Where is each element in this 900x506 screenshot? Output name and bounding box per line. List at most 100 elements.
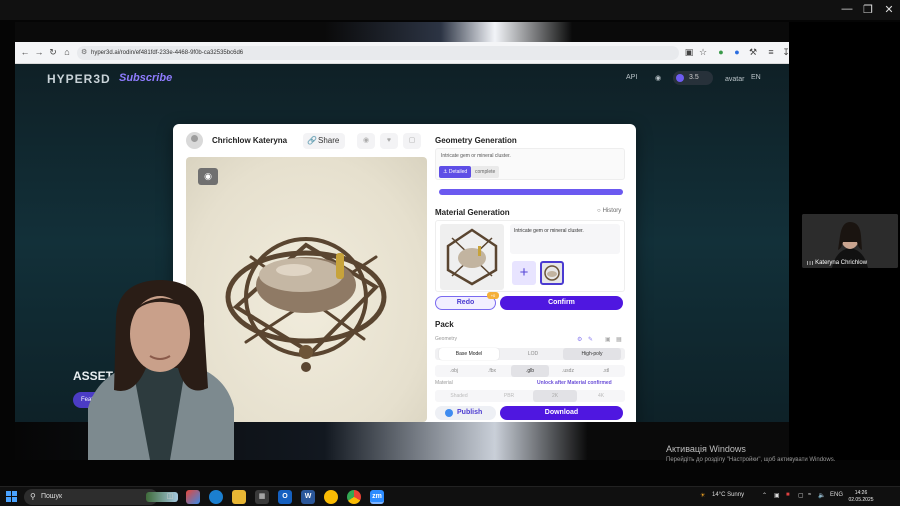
reference-thumbnail-image: [544, 265, 560, 281]
word-icon[interactable]: W: [301, 490, 315, 504]
download-button[interactable]: Download: [500, 406, 623, 420]
redo-button[interactable]: Redo: [435, 296, 496, 310]
detailed-chip[interactable]: ⚓ Detailed: [439, 166, 472, 178]
windows-activation-title: Активація Windows: [666, 444, 746, 454]
minimize-icon[interactable]: —: [836, 3, 858, 15]
extension-blue-icon[interactable]: ●: [731, 47, 743, 57]
chrome-canary-icon[interactable]: [324, 490, 338, 504]
close-icon[interactable]: ✕: [878, 3, 900, 16]
share-button[interactable]: 🔗 Share: [303, 133, 345, 149]
material-pbr[interactable]: PBR: [485, 390, 533, 402]
username: Chrichlow Kateryna: [212, 136, 288, 145]
view-icon[interactable]: ◉: [357, 133, 375, 149]
like-icon[interactable]: ♥: [380, 133, 398, 149]
url-text: hyper3d.ai/rodin/ef481fdf-233e-4468-9f0b…: [91, 50, 244, 56]
geometry-prompt: Intricate gem or mineral cluster.: [441, 153, 511, 159]
subscribe-link[interactable]: Subscribe: [119, 72, 172, 84]
volume-icon[interactable]: 🔈: [818, 492, 825, 499]
image-icon[interactable]: ▣: [605, 336, 611, 343]
participant-name: Kateryna Chrichlow: [806, 260, 867, 266]
outlook-icon[interactable]: O: [278, 490, 292, 504]
zoom-icon[interactable]: zm: [370, 490, 384, 504]
clock[interactable]: 14:26 02.05.2025: [846, 490, 876, 504]
participant-tile[interactable]: Kateryna Chrichlow: [802, 214, 898, 268]
taskbar-search[interactable]: ⚲ Пошук: [24, 489, 178, 505]
site-info-icon[interactable]: ⚙: [81, 46, 87, 60]
forward-icon[interactable]: →: [33, 47, 45, 57]
format-glb[interactable]: .glb: [511, 365, 549, 377]
api-link[interactable]: API: [626, 74, 637, 81]
format-obj[interactable]: .obj: [435, 365, 473, 377]
material-prompt-box[interactable]: Intricate gem or mineral cluster.: [510, 224, 620, 254]
store-icon[interactable]: ▦: [255, 490, 269, 504]
material-prompt: Intricate gem or mineral cluster.: [514, 228, 584, 234]
clock-date: 02.05.2025: [848, 497, 874, 503]
weather-icon[interactable]: ☀: [700, 492, 705, 499]
task-view-icon[interactable]: ◫: [163, 490, 177, 504]
eye-icon[interactable]: ◉: [198, 168, 218, 185]
copilot-icon[interactable]: [186, 490, 200, 504]
resolution-2k[interactable]: 2K: [533, 390, 577, 402]
material-shaded[interactable]: Shaded: [435, 390, 483, 402]
material-title: Material Generation: [435, 208, 510, 217]
geometry-progress-bar: [439, 189, 623, 195]
hyper3d-logo[interactable]: HYPER3D: [47, 72, 111, 86]
reload-icon[interactable]: ↻: [47, 47, 59, 58]
edge-icon[interactable]: [209, 490, 223, 504]
weather-text[interactable]: 14°C Sunny: [712, 492, 744, 498]
user-avatar: [186, 132, 203, 149]
tray-alert-icon[interactable]: ■: [786, 492, 790, 498]
format-stl[interactable]: .stl: [587, 365, 625, 377]
format-fbx[interactable]: .fbx: [473, 365, 511, 377]
search-placeholder: Пошук: [41, 493, 63, 500]
discord-icon[interactable]: ◉: [655, 74, 661, 82]
model-mode-selector: Base Model LOD High-poly: [435, 348, 625, 360]
keyboard-language[interactable]: ENG: [830, 492, 843, 498]
presenter-video: [58, 278, 263, 460]
credits-badge[interactable]: 3.5: [673, 71, 713, 85]
material-preview[interactable]: [440, 224, 504, 290]
credits-icon: [676, 74, 684, 82]
grid-icon[interactable]: ▦: [616, 336, 622, 343]
tray-chevron-icon[interactable]: ⌃: [762, 492, 767, 499]
mode-lod[interactable]: LOD: [503, 348, 563, 360]
format-usdz[interactable]: .usdz: [549, 365, 587, 377]
windows-start-icon[interactable]: [6, 491, 18, 503]
tray-display-icon[interactable]: ▢: [798, 492, 804, 499]
history-link[interactable]: History: [597, 208, 622, 214]
edit-icon[interactable]: ✎: [588, 336, 593, 343]
extension-green-icon[interactable]: ●: [715, 47, 727, 57]
reference-thumbnail[interactable]: [540, 261, 564, 285]
cast-icon[interactable]: ▣: [683, 47, 695, 58]
home-icon[interactable]: ⌂: [61, 47, 73, 57]
complete-chip[interactable]: complete: [471, 166, 500, 178]
extensions-icon[interactable]: ⚒: [747, 47, 759, 58]
language-switch[interactable]: EN: [751, 74, 761, 81]
address-bar[interactable]: ⚙ hyper3d.ai/rodin/ef481fdf-233e-4468-9f…: [77, 46, 679, 60]
back-icon[interactable]: ←: [19, 47, 31, 57]
add-image-button[interactable]: +: [512, 261, 536, 285]
mode-base-model[interactable]: Base Model: [439, 348, 499, 360]
geometry-title: Geometry Generation: [435, 136, 517, 145]
tray-app-icon[interactable]: ▣: [774, 492, 780, 499]
publish-button[interactable]: Publish: [435, 406, 496, 420]
confirm-button[interactable]: Confirm: [500, 296, 623, 310]
wifi-icon[interactable]: ≈: [808, 492, 811, 498]
chrome-icon[interactable]: [347, 490, 361, 504]
pack-title: Pack: [435, 320, 454, 329]
avatar[interactable]: avatar: [725, 76, 744, 83]
lock-icon[interactable]: ▢: [403, 133, 421, 149]
settings-icon[interactable]: ⚙: [577, 336, 582, 343]
browser-toolbar: ← → ↻ ⌂ ⚙ hyper3d.ai/rodin/ef481fdf-233e…: [15, 42, 789, 64]
windows-activation-subtitle: Перейдіть до розділу "Настройки", щоб ак…: [666, 457, 836, 463]
resolution-4k[interactable]: 4K: [577, 390, 625, 402]
restore-icon[interactable]: ❐: [857, 3, 879, 16]
top-strip: [15, 22, 789, 42]
bookmark-star-icon[interactable]: ☆: [697, 47, 709, 58]
download-icon[interactable]: ↧: [780, 47, 789, 58]
mode-high-poly[interactable]: High-poly: [563, 348, 621, 360]
presenter-figure: [88, 280, 234, 460]
playlist-icon[interactable]: ≡: [765, 47, 777, 57]
clock-time: 14:26: [854, 490, 868, 496]
file-explorer-icon[interactable]: [232, 490, 246, 504]
